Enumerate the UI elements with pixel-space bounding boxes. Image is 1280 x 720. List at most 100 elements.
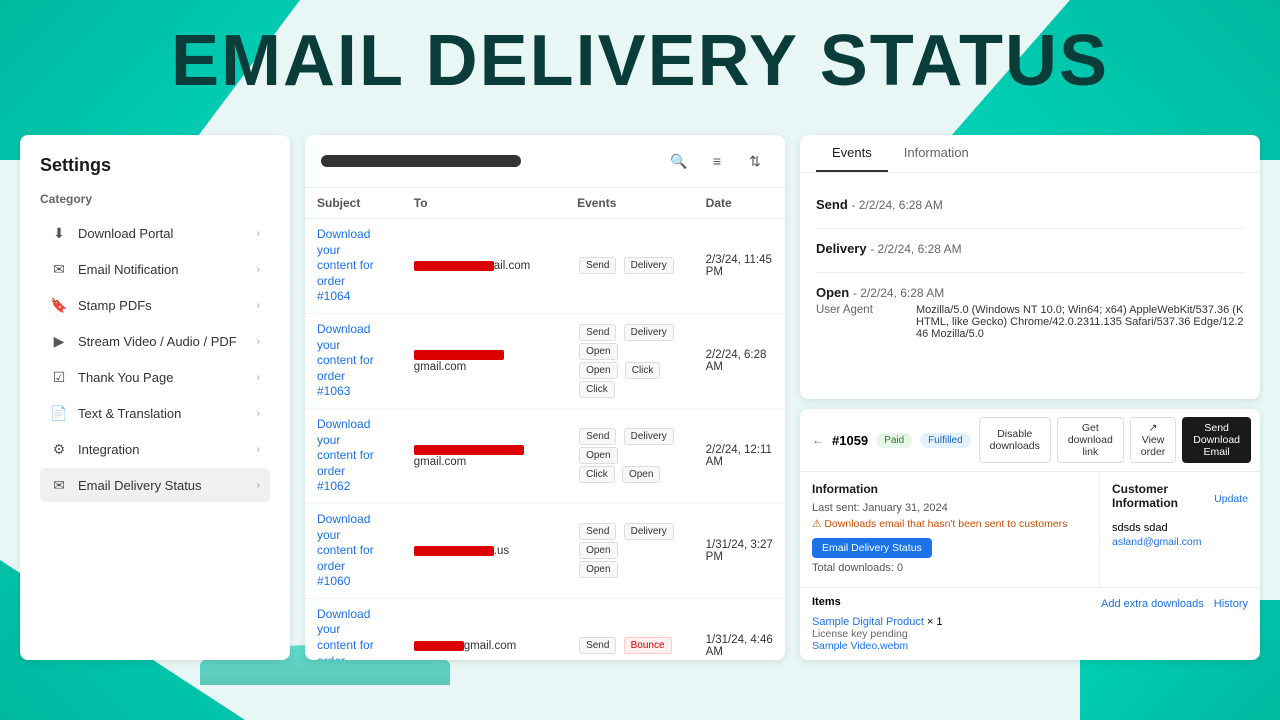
sidebar-item-label: Stamp PDFs bbox=[78, 298, 257, 313]
subject-link[interactable]: Download yourcontent for order#1060 bbox=[317, 512, 374, 588]
settings-title: Settings bbox=[40, 155, 270, 176]
update-link[interactable]: Update bbox=[1214, 493, 1248, 505]
search-bar[interactable] bbox=[321, 155, 521, 167]
event-name: Open bbox=[816, 285, 849, 300]
events-panel: Events Information Send - 2/2/24, 6:28 A… bbox=[800, 135, 1260, 399]
badge-send: Send bbox=[579, 637, 616, 654]
email-panel-header: 🔍 ≡ ⇅ bbox=[305, 135, 785, 188]
email-redacted bbox=[414, 641, 464, 651]
event-delivery: Delivery - 2/2/24, 6:28 AM bbox=[816, 229, 1244, 273]
category-label: Category bbox=[40, 192, 270, 206]
badge-delivery: Delivery bbox=[624, 523, 674, 540]
badge-bounce: Bounce bbox=[624, 637, 672, 654]
item-name-link[interactable]: Sample Digital Product bbox=[812, 616, 924, 628]
text-translation-icon: 📄 bbox=[50, 404, 68, 422]
customer-email[interactable]: asland@gmail.com bbox=[1112, 536, 1248, 548]
chevron-right-icon: › bbox=[257, 480, 260, 491]
customer-section-title: Customer Information bbox=[1112, 482, 1214, 510]
table-row[interactable]: Download yourcontent for order#1063 gmai… bbox=[305, 313, 785, 408]
customer-name: sdsds sdad bbox=[1112, 522, 1248, 534]
sidebar-item-label: Thank You Page bbox=[78, 370, 257, 385]
sidebar-item-label: Email Delivery Status bbox=[78, 478, 257, 493]
sidebar-item-text-translation[interactable]: 📄 Text & Translation › bbox=[40, 396, 270, 430]
email-table: Subject To Events Date Download yourcont… bbox=[305, 188, 785, 660]
event-header: Send - 2/2/24, 6:28 AM bbox=[816, 197, 1244, 212]
sidebar-item-label: Download Portal bbox=[78, 226, 257, 241]
items-title: Items bbox=[812, 596, 841, 608]
badge-open: Open bbox=[622, 466, 660, 483]
event-detail-row: User Agent Mozilla/5.0 (Windows NT 10.0;… bbox=[816, 304, 1244, 340]
add-extra-downloads-link[interactable]: Add extra downloads bbox=[1101, 598, 1204, 610]
badge-paid: Paid bbox=[876, 433, 912, 448]
table-row[interactable]: Download yourcontent for order#1060 .us … bbox=[305, 503, 785, 598]
sidebar-item-stamp-pdfs[interactable]: 🔖 Stamp PDFs › bbox=[40, 288, 270, 322]
event-time: - 2/2/24, 6:28 AM bbox=[851, 198, 942, 212]
last-sent: Last sent: January 31, 2024 bbox=[812, 502, 1087, 514]
disable-downloads-button[interactable]: Disable downloads bbox=[979, 417, 1051, 463]
badge-send: Send bbox=[579, 257, 616, 274]
chevron-right-icon: › bbox=[257, 408, 260, 419]
badge-open: Open bbox=[579, 447, 617, 464]
warning-icon: ⚠ bbox=[812, 518, 821, 530]
order-panel: ← #1059 Paid Fulfilled Disable downloads… bbox=[800, 409, 1260, 660]
badge-delivery: Delivery bbox=[624, 428, 674, 445]
user-agent-label: User Agent bbox=[816, 304, 896, 340]
history-link[interactable]: History bbox=[1214, 598, 1248, 610]
col-date: Date bbox=[694, 188, 785, 219]
total-downloads: Total downloads: 0 bbox=[812, 562, 1087, 574]
email-redacted bbox=[414, 546, 494, 556]
date-cell: 2/2/24, 12:11 AM bbox=[694, 408, 785, 503]
sidebar-item-download-portal[interactable]: ⬇ Download Portal › bbox=[40, 216, 270, 250]
table-row[interactable]: Download yourcontent for order#1059 gmai… bbox=[305, 598, 785, 660]
sidebar-item-email-delivery-status[interactable]: ✉ Email Delivery Status › bbox=[40, 468, 270, 502]
subject-link[interactable]: Download yourcontent for order#1059 bbox=[317, 607, 374, 660]
event-name: Delivery bbox=[816, 241, 867, 256]
filter-icon[interactable]: ≡ bbox=[703, 147, 731, 175]
order-info: Information Last sent: January 31, 2024 … bbox=[800, 472, 1100, 587]
settings-panel: Settings Category ⬇ Download Portal › ✉ … bbox=[20, 135, 290, 660]
order-actions: Disable downloads Get download link ↗ Vi… bbox=[979, 417, 1251, 463]
integration-icon: ⚙ bbox=[50, 440, 68, 458]
back-arrow[interactable]: ← bbox=[812, 433, 824, 447]
sidebar-item-thank-you[interactable]: ☑ Thank You Page › bbox=[40, 360, 270, 394]
get-download-link-button[interactable]: Get download link bbox=[1057, 417, 1124, 463]
download-portal-icon: ⬇ bbox=[50, 224, 68, 242]
badge-click: Click bbox=[579, 466, 615, 483]
sidebar-item-stream-video[interactable]: ▶ Stream Video / Audio / PDF › bbox=[40, 324, 270, 358]
badge-fulfilled: Fulfilled bbox=[920, 433, 970, 448]
table-row[interactable]: Download yourcontent for order#1062 gmai… bbox=[305, 408, 785, 503]
sidebar-item-email-notification[interactable]: ✉ Email Notification › bbox=[40, 252, 270, 286]
table-row[interactable]: Download yourcontent for order#1064 ail.… bbox=[305, 219, 785, 314]
badge-open: Open bbox=[579, 343, 617, 360]
send-download-email-button[interactable]: Send Download Email bbox=[1182, 417, 1251, 463]
view-order-button[interactable]: ↗ View order bbox=[1130, 417, 1177, 463]
sort-icon[interactable]: ⇅ bbox=[741, 147, 769, 175]
order-customer: Customer Information Update sdsds sdad a… bbox=[1100, 472, 1260, 587]
order-header: ← #1059 Paid Fulfilled Disable downloads… bbox=[800, 409, 1260, 472]
event-name: Send bbox=[816, 197, 848, 212]
sidebar-item-integration[interactable]: ⚙ Integration › bbox=[40, 432, 270, 466]
info-section-title: Information bbox=[812, 482, 1087, 496]
event-header: Open - 2/2/24, 6:28 AM bbox=[816, 285, 1244, 300]
tab-information[interactable]: Information bbox=[888, 135, 985, 172]
chevron-right-icon: › bbox=[257, 264, 260, 275]
email-list-panel: 🔍 ≡ ⇅ Subject To Events Date Download yo… bbox=[305, 135, 785, 660]
order-body: Information Last sent: January 31, 2024 … bbox=[800, 472, 1260, 587]
chevron-right-icon: › bbox=[257, 336, 260, 347]
page-title: EMAIL DELIVERY STATUS bbox=[0, 20, 1280, 102]
chevron-right-icon: › bbox=[257, 372, 260, 383]
subject-link[interactable]: Download yourcontent for order#1064 bbox=[317, 227, 374, 303]
email-delivery-status-button[interactable]: Email Delivery Status bbox=[812, 538, 932, 558]
event-time: - 2/2/24, 6:28 AM bbox=[870, 242, 961, 256]
email-notification-icon: ✉ bbox=[50, 260, 68, 278]
chevron-right-icon: › bbox=[257, 228, 260, 239]
badge-delivery: Delivery bbox=[624, 324, 674, 341]
search-icon[interactable]: 🔍 bbox=[665, 147, 693, 175]
order-items: Items Add extra downloads History Sample… bbox=[800, 587, 1260, 660]
tab-events[interactable]: Events bbox=[816, 135, 888, 172]
event-time: - 2/2/24, 6:28 AM bbox=[853, 286, 944, 300]
file-name[interactable]: Sample Video.webm bbox=[812, 640, 1248, 652]
subject-link[interactable]: Download yourcontent for order#1062 bbox=[317, 417, 374, 493]
email-redacted bbox=[414, 261, 494, 271]
subject-link[interactable]: Download yourcontent for order#1063 bbox=[317, 322, 374, 398]
